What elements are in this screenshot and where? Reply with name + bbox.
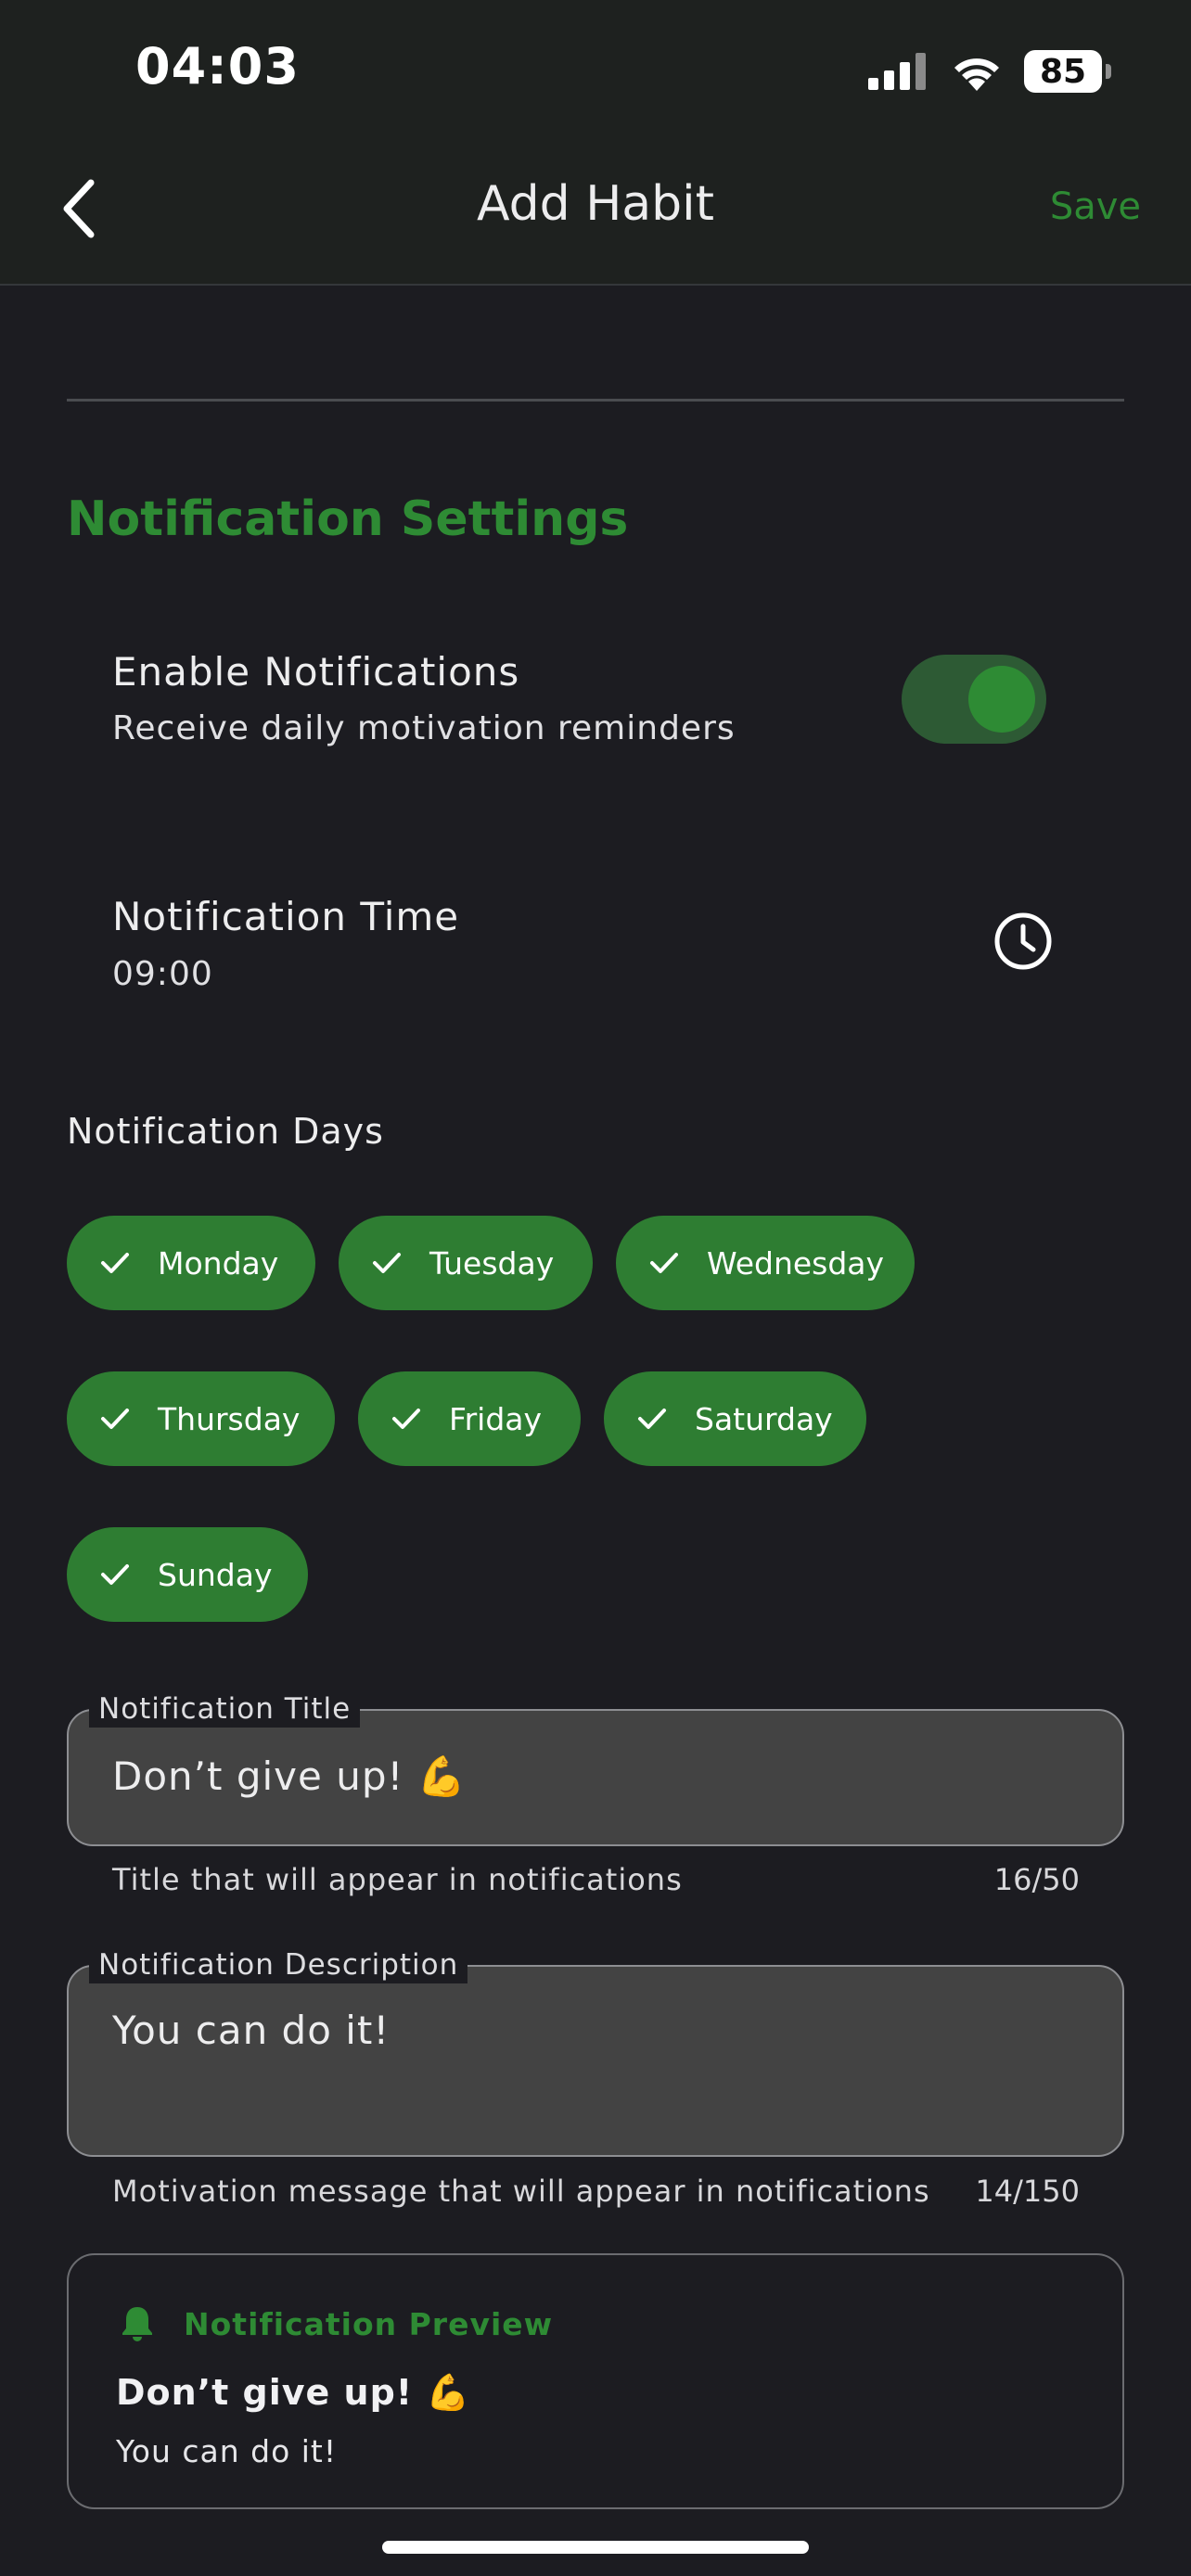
day-chip-label: Monday [158, 1244, 279, 1282]
notification-description-counter: 14/150 [975, 2174, 1080, 2209]
status-time: 04:03 [135, 37, 300, 96]
cellular-signal-icon [868, 53, 926, 90]
preview-header: Notification Preview [121, 2305, 553, 2342]
clock-button[interactable] [992, 911, 1054, 972]
preview-title: Don’t give up! 💪 [116, 2372, 471, 2413]
check-icon [392, 1409, 420, 1429]
check-icon [101, 1253, 129, 1273]
day-chip-thursday[interactable]: Thursday [67, 1371, 335, 1466]
day-chip-label: Sunday [158, 1556, 273, 1593]
notification-title-helper: Title that will appear in notifications [112, 1862, 683, 1897]
notification-title-label: Notification Title [89, 1690, 361, 1728]
notification-description-label: Notification Description [89, 1946, 468, 1983]
notification-title-counter: 16/50 [993, 1862, 1080, 1897]
day-chip-sunday[interactable]: Sunday [67, 1527, 308, 1622]
day-chip-label: Saturday [695, 1400, 833, 1437]
notification-description-helper: Motivation message that will appear in n… [112, 2174, 930, 2209]
notification-description-value: You can do it! [112, 2008, 391, 2053]
day-chip-label: Friday [449, 1400, 543, 1437]
enable-notifications-toggle[interactable] [902, 655, 1046, 744]
day-chip-wednesday[interactable]: Wednesday [616, 1216, 915, 1310]
enable-notifications-subtitle: Receive daily motivation reminders [112, 709, 736, 747]
battery-indicator: 85 [1024, 50, 1111, 93]
toggle-knob [968, 666, 1035, 733]
notification-time-title: Notification Time [112, 894, 460, 939]
clock-icon [994, 912, 1052, 970]
wifi-icon [954, 58, 999, 91]
day-chip-label: Thursday [158, 1400, 301, 1437]
notification-days-label: Notification Days [67, 1111, 384, 1152]
day-chip-monday[interactable]: Monday [67, 1216, 315, 1310]
top-bar: 04:03 85 Add Habit Save [0, 0, 1191, 286]
bell-icon [122, 2307, 152, 2341]
check-icon [373, 1253, 401, 1273]
save-button[interactable]: Save [1050, 185, 1141, 228]
day-chip-friday[interactable]: Friday [358, 1371, 581, 1466]
add-habit-screen: 04:03 85 Add Habit Save Notification Set… [0, 0, 1191, 2576]
notification-description-input[interactable]: Notification Description You can do it! [67, 1946, 1124, 2157]
notification-time-value: 09:00 [112, 955, 213, 993]
notification-preview-card: Notification Preview Don’t give up! 💪 Yo… [67, 2253, 1124, 2509]
home-indicator [382, 2541, 809, 2554]
check-icon [101, 1564, 129, 1585]
day-chip-tuesday[interactable]: Tuesday [339, 1216, 593, 1310]
page-title: Add Habit [476, 176, 714, 232]
check-icon [650, 1253, 678, 1273]
preview-header-label: Notification Preview [184, 2305, 554, 2342]
section-divider [67, 399, 1124, 402]
enable-notifications-title: Enable Notifications [112, 649, 520, 695]
check-icon [638, 1409, 666, 1429]
day-chip-label: Wednesday [707, 1244, 885, 1282]
section-title: Notification Settings [67, 491, 629, 547]
preview-body: You can do it! [116, 2433, 338, 2469]
status-icons: 85 [868, 48, 1111, 95]
notification-title-input[interactable]: Notification Title Don’t give up! 💪 [67, 1690, 1124, 1846]
check-icon [101, 1409, 129, 1429]
day-chip-label: Tuesday [429, 1244, 555, 1282]
day-chip-saturday[interactable]: Saturday [604, 1371, 866, 1466]
notification-title-value: Don’t give up! 💪 [112, 1753, 467, 1799]
